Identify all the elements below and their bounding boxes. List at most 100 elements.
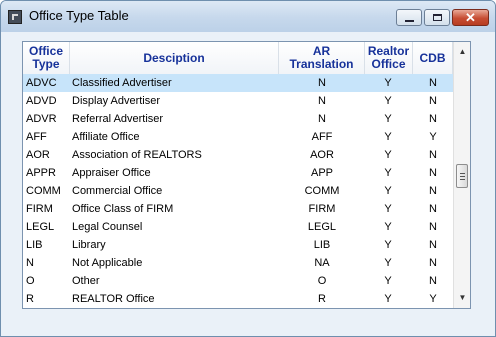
minimize-icon [405, 20, 414, 22]
cell-realtor: Y [384, 95, 392, 107]
cell-type: ADVR [26, 113, 57, 125]
cell-ar: COMM [304, 185, 340, 197]
cell-ar: AFF [311, 131, 333, 143]
cell-desc: Appraiser Office [72, 167, 151, 179]
cell-cdb: Y [429, 131, 437, 143]
column-header-office-type[interactable]: Office Type [23, 42, 70, 74]
cell-cdb: N [429, 275, 437, 287]
table-row[interactable]: ADVR Referral Advertiser N Y N [23, 110, 453, 128]
cell-cdb: N [429, 221, 437, 233]
cell-ar: N [318, 95, 326, 107]
table-row[interactable]: COMM Commercial Office COMM Y N [23, 182, 453, 200]
cell-realtor: Y [384, 185, 392, 197]
table-row[interactable]: ADVC Classified Advertiser N Y N [23, 74, 453, 92]
table-row[interactable]: O Other O Y N [23, 272, 453, 290]
cell-desc: Association of REALTORS [72, 149, 202, 161]
table-row[interactable]: AFF Affiliate Office AFF Y Y [23, 128, 453, 146]
cell-realtor: Y [384, 275, 392, 287]
cell-ar: N [318, 113, 326, 125]
cell-type: LIB [26, 239, 43, 251]
table-row[interactable]: AOR Association of REALTORS AOR Y N [23, 146, 453, 164]
vertical-scrollbar[interactable]: ▲ ▼ [453, 42, 470, 308]
column-header-ar-translation[interactable]: AR Translation [279, 42, 365, 74]
cell-type: O [26, 275, 35, 287]
table-row[interactable]: N Not Applicable NA Y N [23, 254, 453, 272]
cell-cdb: N [429, 113, 437, 125]
close-icon: ✕ [465, 10, 476, 25]
cell-realtor: Y [384, 203, 392, 215]
cell-ar: LIB [313, 239, 331, 251]
office-type-window: Office Type Table ✕ Office Type Desciptio… [0, 0, 496, 337]
cell-desc: Not Applicable [72, 257, 143, 269]
cell-desc: Affiliate Office [72, 131, 140, 143]
title-bar[interactable]: Office Type Table ✕ [1, 1, 495, 32]
cell-realtor: Y [384, 167, 392, 179]
cell-cdb: N [429, 185, 437, 197]
table-header: Office Type Desciption AR Translation Real… [23, 42, 453, 75]
cell-realtor: Y [384, 257, 392, 269]
cell-desc: Library [72, 239, 106, 251]
window-title: Office Type Table [29, 8, 129, 23]
cell-desc: Commercial Office [72, 185, 163, 197]
column-header-label: AR [312, 44, 331, 58]
table-row[interactable]: FIRM Office Class of FIRM FIRM Y N [23, 200, 453, 218]
cell-cdb: N [429, 95, 437, 107]
cell-type: COMM [26, 185, 61, 197]
column-header-label: Office [371, 57, 406, 71]
table-row[interactable]: LIB Library LIB Y N [23, 236, 453, 254]
column-header-label: Desciption [143, 50, 205, 65]
cell-desc: Other [72, 275, 100, 287]
office-type-table: Office Type Desciption AR Translation Real… [22, 41, 471, 309]
column-header-realtor-office[interactable]: Realtor Office [365, 42, 413, 74]
cell-type: ADVD [26, 95, 57, 107]
cell-cdb: N [429, 167, 437, 179]
table-row[interactable]: LEGL Legal Counsel LEGL Y N [23, 218, 453, 236]
cell-cdb: N [429, 203, 437, 215]
cell-ar: LEGL [307, 221, 337, 233]
cell-realtor: Y [384, 77, 392, 89]
cell-type: AOR [26, 149, 50, 161]
cell-cdb: N [429, 77, 437, 89]
cell-cdb: Y [429, 293, 437, 305]
cell-type: AFF [26, 131, 47, 143]
cell-ar: APP [310, 167, 333, 179]
cell-realtor: Y [384, 239, 392, 251]
column-header-label: Translation [289, 57, 354, 71]
cell-realtor: Y [384, 131, 392, 143]
cell-type: LEGL [26, 221, 55, 233]
column-header-description[interactable]: Desciption [70, 42, 279, 74]
close-button[interactable]: ✕ [452, 9, 489, 26]
cell-cdb: N [429, 149, 437, 161]
column-header-label: Type [32, 57, 60, 71]
cell-type: ADVC [26, 77, 57, 89]
cell-type: APPR [26, 167, 56, 179]
table-row[interactable]: R REALTOR Office R Y Y [23, 290, 453, 308]
column-header-cdb[interactable]: CDB [413, 42, 453, 74]
cell-desc: Referral Advertiser [72, 113, 164, 125]
cell-desc: Display Advertiser [72, 95, 161, 107]
column-header-label: Realtor [367, 44, 410, 58]
scroll-down-arrow-icon[interactable]: ▼ [454, 293, 470, 303]
cell-ar: O [317, 275, 327, 287]
maximize-button[interactable] [424, 9, 450, 26]
app-icon[interactable] [8, 10, 22, 24]
minimize-button[interactable] [396, 9, 422, 26]
column-header-label: CDB [419, 50, 446, 65]
cell-cdb: N [429, 257, 437, 269]
cell-desc: Office Class of FIRM [72, 203, 174, 215]
cell-type: N [26, 257, 34, 269]
column-header-label: Office [28, 44, 63, 58]
table-row[interactable]: ADVD Display Advertiser N Y N [23, 92, 453, 110]
cell-realtor: Y [384, 293, 392, 305]
cell-type: R [26, 293, 34, 305]
cell-ar: AOR [310, 149, 334, 161]
thumb-grip-line [460, 173, 465, 174]
cell-ar: R [318, 293, 326, 305]
cell-realtor: Y [384, 221, 392, 233]
scroll-up-arrow-icon[interactable]: ▲ [454, 47, 470, 57]
scrollbar-thumb[interactable] [456, 164, 468, 188]
cell-desc: Legal Counsel [72, 221, 143, 233]
table-row[interactable]: APPR Appraiser Office APP Y N [23, 164, 453, 182]
cell-ar: FIRM [308, 203, 336, 215]
cell-desc: Classified Advertiser [72, 77, 172, 89]
